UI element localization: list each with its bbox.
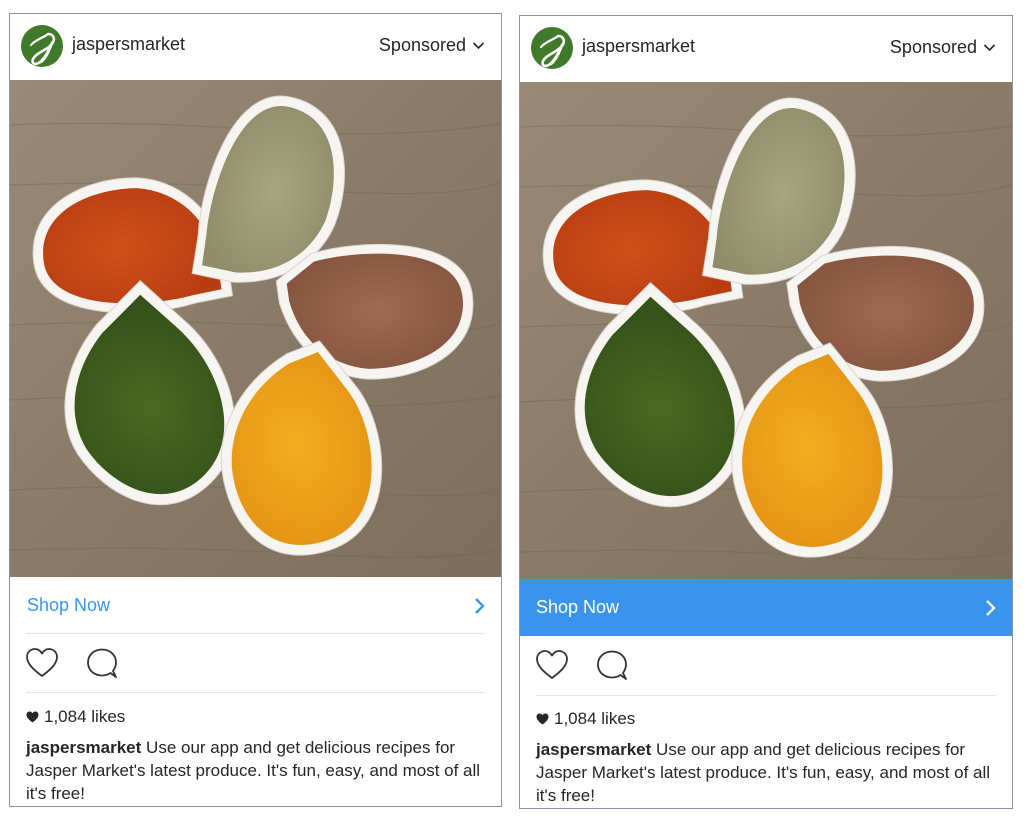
heart-filled-icon	[26, 711, 39, 723]
account-username[interactable]: jaspersmarket	[72, 34, 185, 55]
shop-now-label: Shop Now	[536, 597, 620, 617]
jasper-market-logo-icon	[539, 34, 566, 68]
jasper-market-logo-icon	[29, 32, 56, 66]
post-actions	[24, 646, 120, 680]
caption-username[interactable]: jaspersmarket	[536, 740, 651, 759]
divider	[26, 692, 485, 693]
heart-filled-icon	[536, 713, 549, 725]
shop-now-label: Shop Now	[27, 595, 111, 615]
like-button[interactable]	[534, 648, 570, 682]
shop-now-button[interactable]: Shop Now	[520, 579, 1012, 636]
comment-button[interactable]	[84, 646, 120, 680]
likes-label: 1,084 likes	[554, 709, 636, 728]
like-count[interactable]: 1,084 likes	[26, 707, 125, 727]
post-header: jaspersmarket Sponsored	[10, 14, 501, 80]
like-count[interactable]: 1,084 likes	[536, 709, 635, 729]
post-image[interactable]	[10, 80, 501, 577]
divider	[26, 633, 485, 634]
chevron-right-icon	[986, 599, 996, 616]
heart-outline-icon	[26, 648, 58, 677]
heart-outline-icon	[536, 650, 568, 679]
spice-bowls-photo	[10, 80, 501, 577]
sponsored-label: Sponsored	[889, 37, 977, 57]
comment-bubble-icon	[87, 648, 117, 678]
avatar[interactable]	[531, 27, 573, 69]
ad-card-highlighted-cta: jaspersmarket Sponsored Shop Now 1,084 l…	[519, 15, 1013, 809]
shop-now-button[interactable]: Shop Now	[10, 577, 501, 634]
chevron-down-icon	[983, 44, 996, 52]
likes-label: 1,084 likes	[44, 707, 126, 726]
sponsored-menu[interactable]: Sponsored	[379, 35, 485, 56]
caption-username[interactable]: jaspersmarket	[26, 738, 141, 757]
chevron-down-icon	[472, 42, 485, 50]
spice-bowls-photo	[520, 82, 1012, 579]
ad-card-default-cta: jaspersmarket Sponsored Shop Now 1,084 l…	[9, 13, 502, 807]
post-caption: jaspersmarket Use our app and get delici…	[26, 736, 487, 805]
avatar[interactable]	[21, 25, 63, 67]
post-image[interactable]	[520, 82, 1012, 579]
sponsored-menu[interactable]: Sponsored	[890, 37, 996, 58]
sponsored-label: Sponsored	[378, 35, 466, 55]
comment-bubble-icon	[597, 650, 627, 680]
like-button[interactable]	[24, 646, 60, 680]
post-header: jaspersmarket Sponsored	[520, 16, 1012, 82]
post-caption: jaspersmarket Use our app and get delici…	[536, 738, 998, 807]
divider	[536, 695, 996, 696]
account-username[interactable]: jaspersmarket	[582, 36, 695, 57]
post-actions	[534, 648, 630, 682]
chevron-right-icon	[475, 597, 485, 614]
comment-button[interactable]	[594, 648, 630, 682]
